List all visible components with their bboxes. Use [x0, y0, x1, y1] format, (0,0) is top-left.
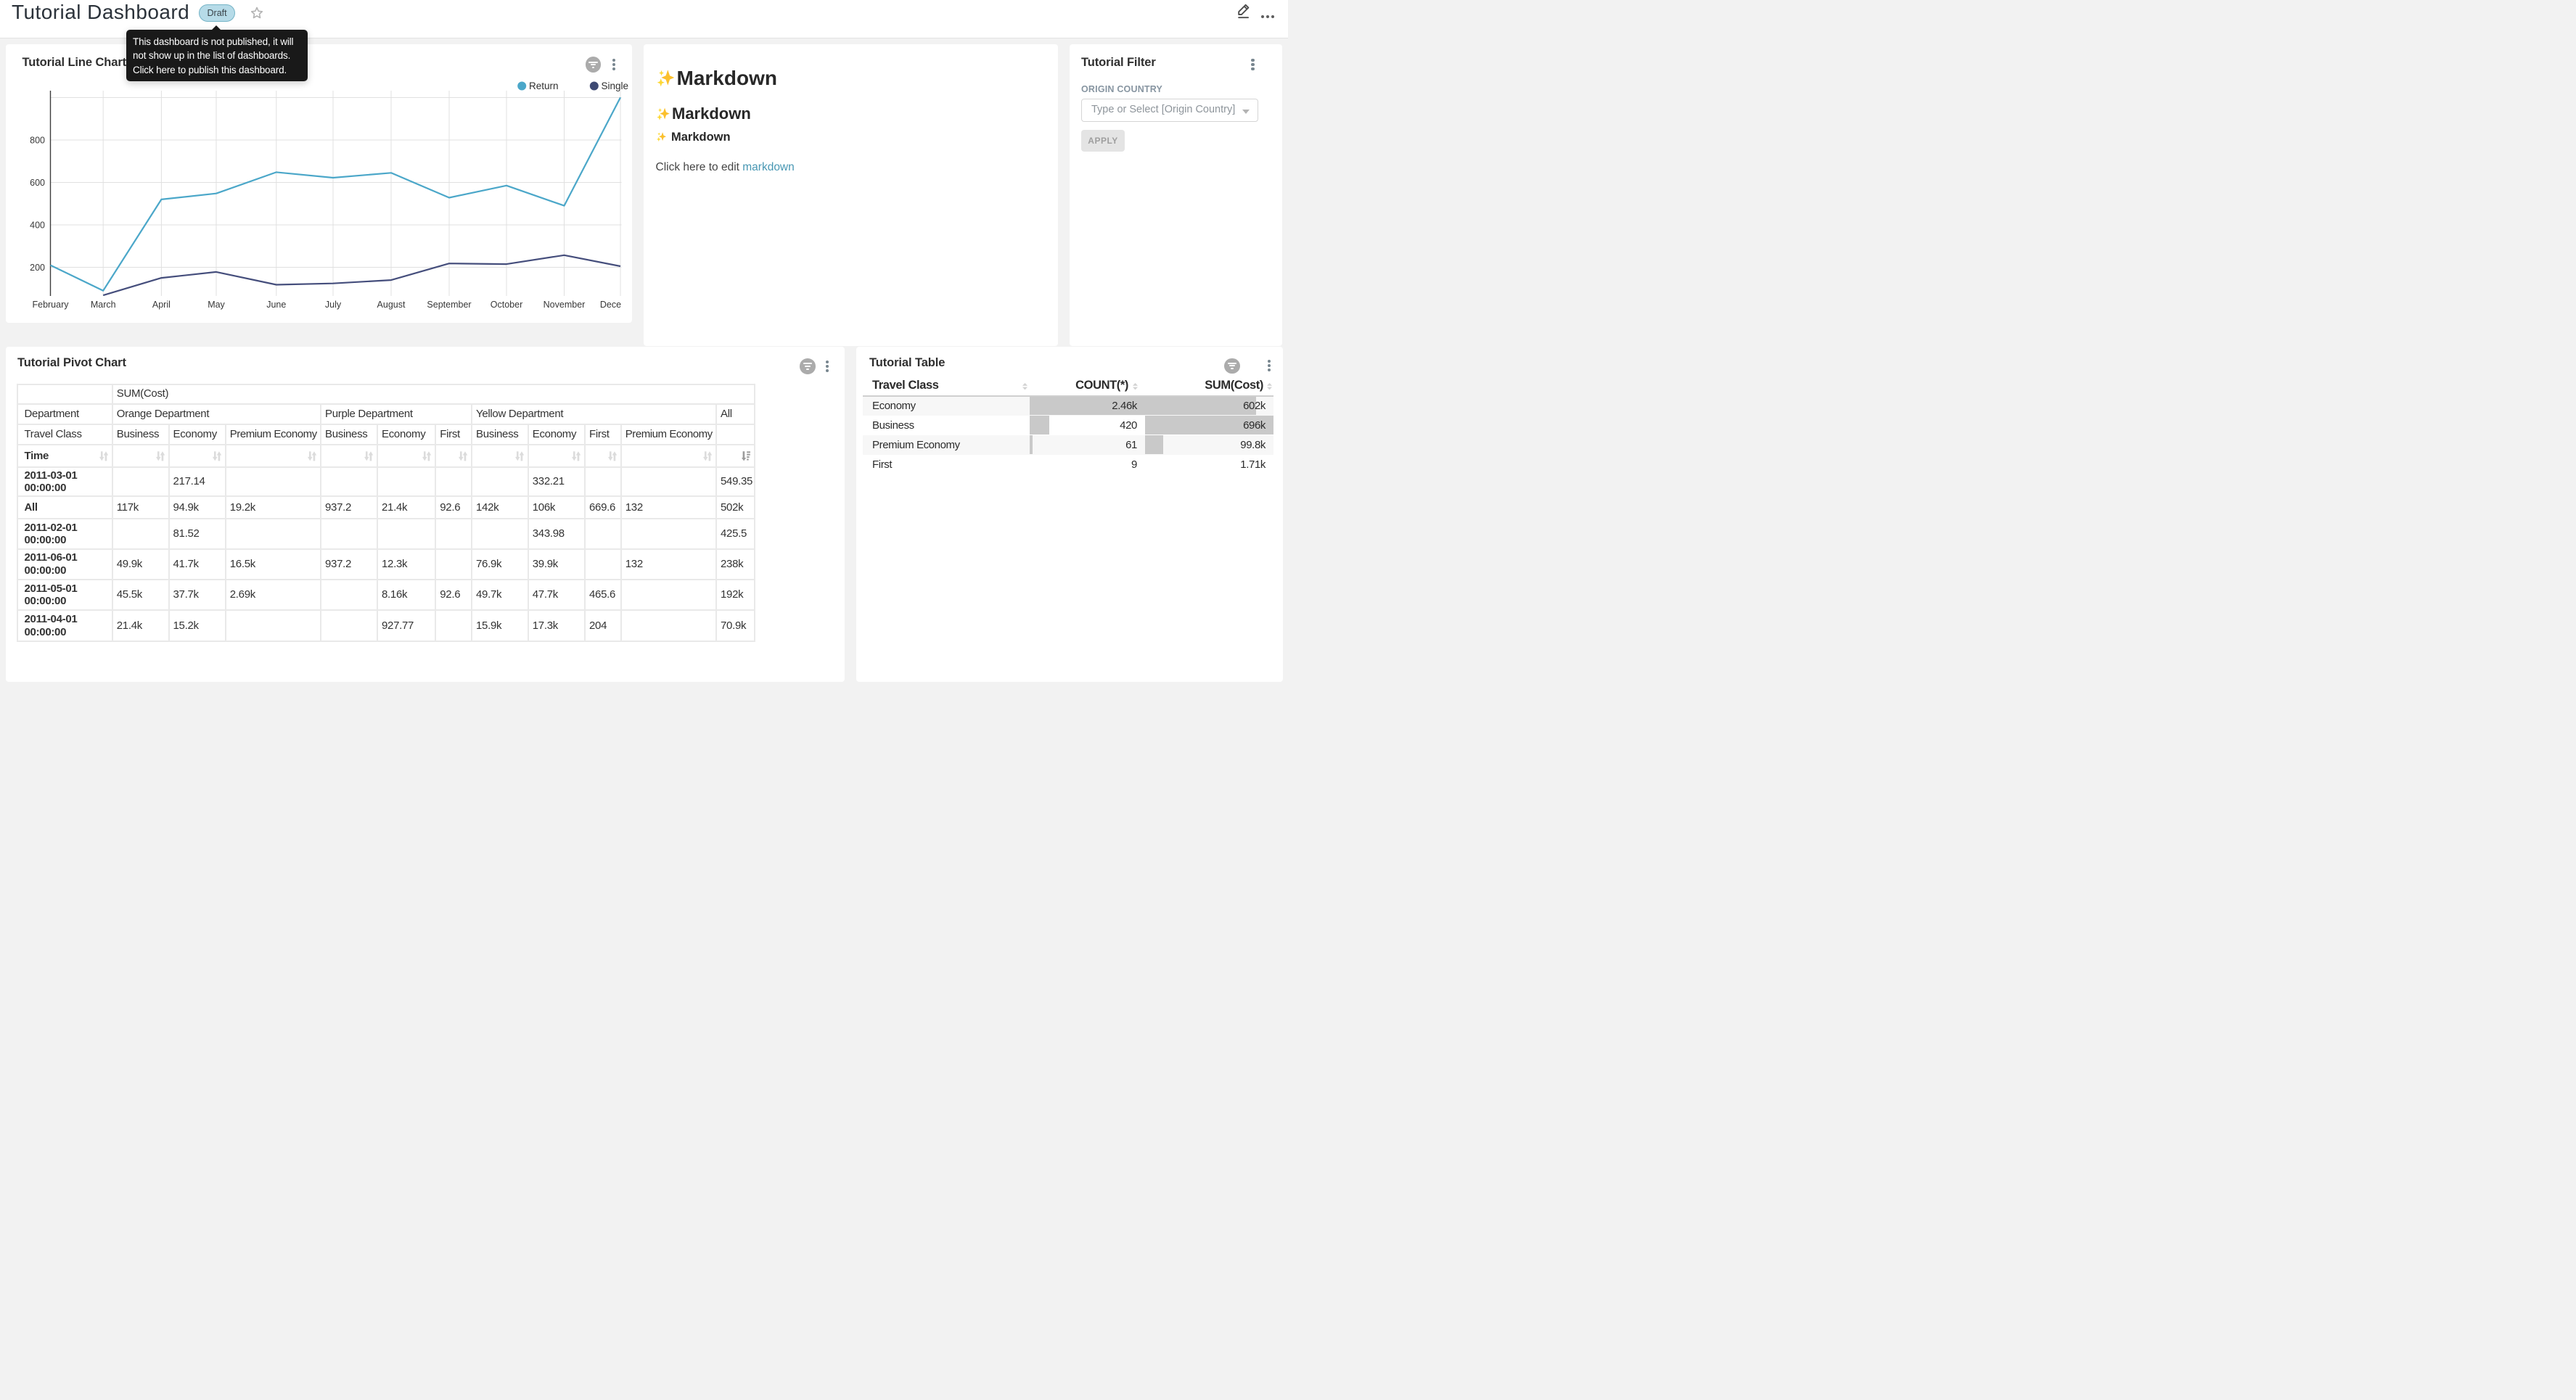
svg-text:July: July [324, 300, 341, 310]
svg-text:400: 400 [30, 221, 45, 231]
svg-text:600: 600 [30, 178, 45, 188]
svg-text:800: 800 [30, 136, 45, 146]
svg-text:April: April [152, 300, 170, 310]
svg-text:May: May [208, 300, 225, 310]
svg-text:Return: Return [529, 81, 559, 91]
svg-text:August: August [377, 300, 405, 310]
svg-text:Single: Single [601, 81, 628, 91]
svg-text:September: September [427, 300, 471, 310]
svg-text:February: February [32, 300, 69, 310]
svg-text:March: March [90, 300, 115, 310]
svg-text:Dece: Dece [599, 300, 620, 310]
svg-text:October: October [490, 300, 522, 310]
svg-text:200: 200 [30, 263, 45, 273]
svg-text:June: June [266, 300, 286, 310]
svg-text:November: November [543, 300, 585, 310]
